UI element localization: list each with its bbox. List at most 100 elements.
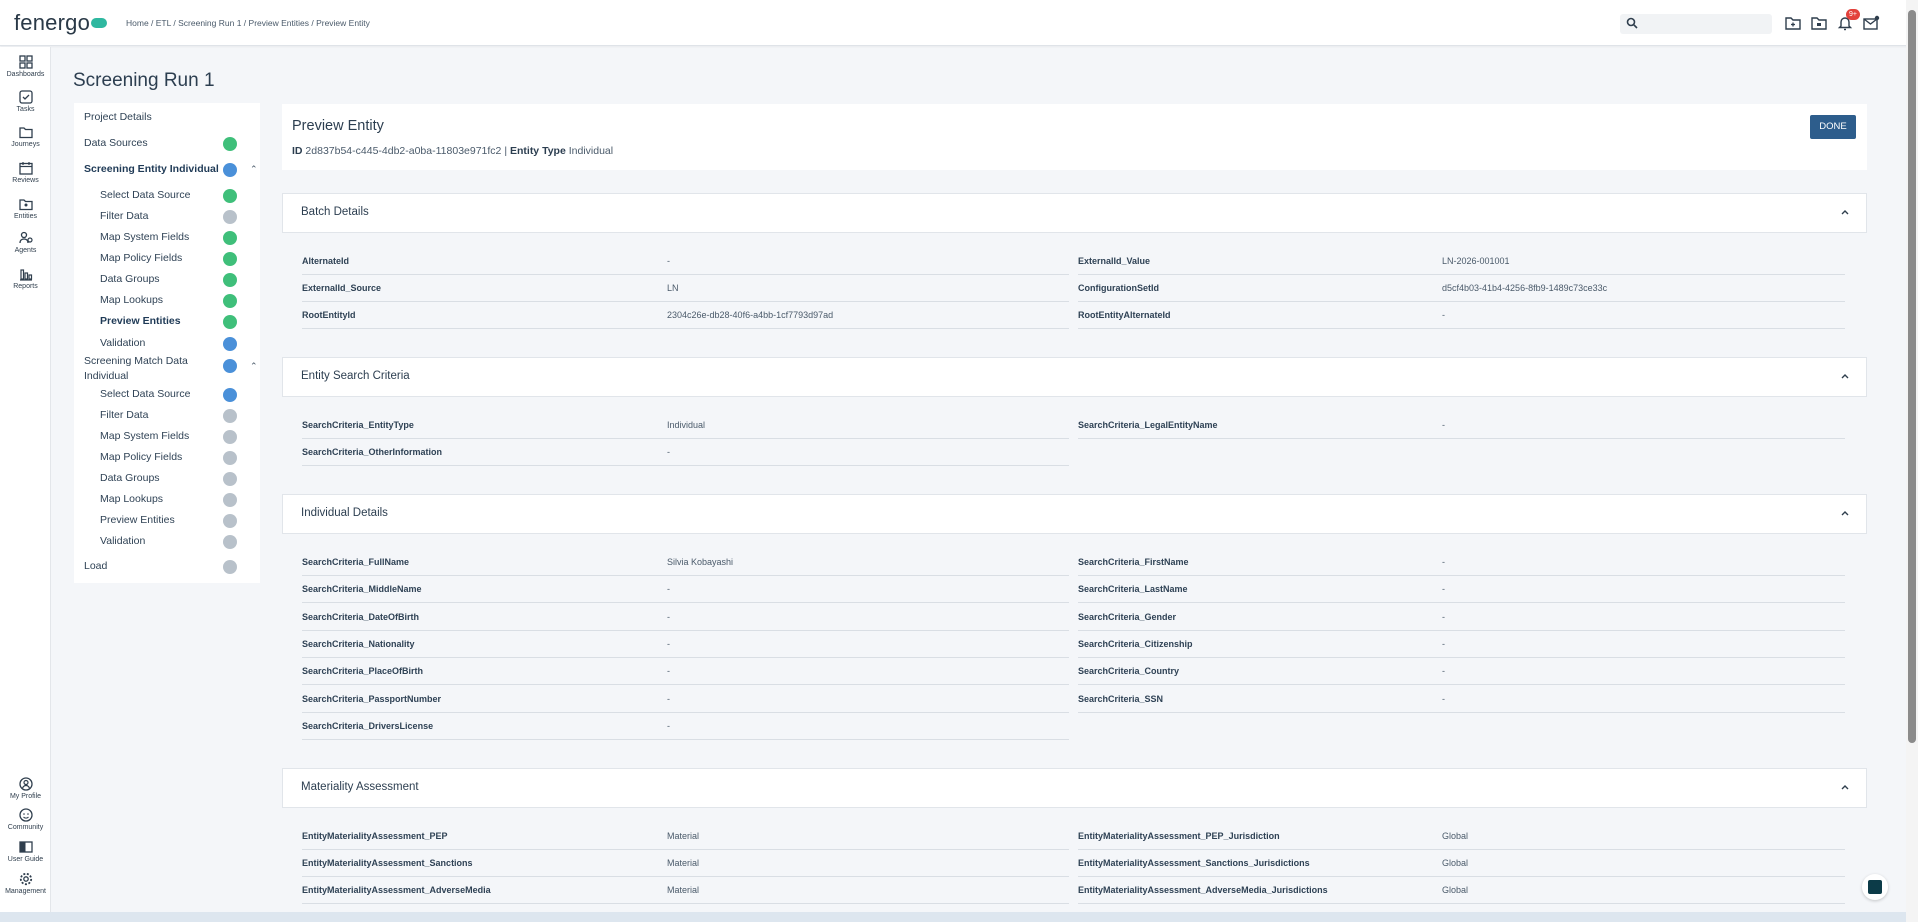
check-icon xyxy=(223,137,237,151)
field-value: - xyxy=(1442,557,1445,567)
pending-icon xyxy=(223,210,237,224)
scrollbar-thumb[interactable] xyxy=(1908,10,1916,743)
field-label: EntityMaterialityAssessment_Sanctions xyxy=(302,858,473,868)
section-title: Individual Details xyxy=(301,507,388,519)
step-map-lookups[interactable]: Map Lookups xyxy=(100,493,163,505)
chevron-up-icon[interactable] xyxy=(1840,371,1850,381)
chevron-up-icon[interactable]: ⌃ xyxy=(250,361,258,372)
field-row: ConfigurationSetId d5cf4b03-41b4-4256-8fb… xyxy=(1078,275,1845,302)
field-value: Individual xyxy=(667,420,706,430)
field-value: LN xyxy=(667,283,679,293)
step-preview-entities[interactable]: Preview Entities xyxy=(100,514,175,526)
chevron-up-icon[interactable] xyxy=(1840,207,1850,217)
nav-agents[interactable]: Agents xyxy=(0,231,51,254)
field-label: RootEntityAlternateId xyxy=(1078,310,1171,320)
field-label: EntityMaterialityAssessment_Sanctions_Ju… xyxy=(1078,858,1310,868)
field-label: SearchCriteria_FirstName xyxy=(1078,557,1189,567)
step-validation[interactable]: Validation xyxy=(100,535,145,547)
step-preview-entities[interactable]: Preview Entities xyxy=(100,315,181,327)
step-load[interactable]: Load xyxy=(84,560,107,572)
nav-community[interactable]: Community xyxy=(0,808,51,831)
step-screening-match-data[interactable]: Screening Match Data xyxy=(84,355,188,367)
step-select-data-source[interactable]: Select Data Source xyxy=(100,189,190,201)
done-button[interactable]: DONE xyxy=(1810,115,1856,139)
step-data-groups[interactable]: Data Groups xyxy=(100,273,160,285)
step-map-policy-fields[interactable]: Map Policy Fields xyxy=(100,451,182,463)
vertical-scrollbar[interactable] xyxy=(1906,0,1918,922)
step-data-sources[interactable]: Data Sources xyxy=(84,137,148,149)
nav-management[interactable]: Management xyxy=(0,872,51,895)
field-value: 2304c26e-db28-40f6-a4bb-1cf7793d97ad xyxy=(667,310,834,320)
step-screening-entity-individual[interactable]: Screening Entity Individual xyxy=(84,163,219,175)
step-screening-match-individual[interactable]: Individual xyxy=(84,370,128,382)
in-progress-icon xyxy=(223,337,237,351)
chevron-up-icon[interactable]: ⌃ xyxy=(250,164,258,175)
chevron-up-icon[interactable] xyxy=(1840,508,1850,518)
breadcrumb[interactable]: Home / ETL / Screening Run 1 / Preview E… xyxy=(126,18,370,28)
in-progress-icon xyxy=(223,359,237,373)
nav-label: Agents xyxy=(14,247,37,254)
step-select-data-source[interactable]: Select Data Source xyxy=(100,388,190,400)
nav-reports[interactable]: Reports xyxy=(0,267,51,290)
step-validation[interactable]: Validation xyxy=(100,337,145,349)
nav-dashboards[interactable]: Dashboards xyxy=(0,55,51,78)
nav-user-guide[interactable]: User Guide xyxy=(0,840,51,863)
field-label: SearchCriteria_FullName xyxy=(302,557,410,567)
section-title: Materiality Assessment xyxy=(301,781,419,793)
nav-label: Tasks xyxy=(16,106,35,113)
fenergo-logo[interactable]: fenergo xyxy=(14,10,108,36)
entity-search-criteria-header[interactable]: Entity Search Criteria xyxy=(282,357,1867,397)
field-row: SearchCriteria_DateOfBirth - xyxy=(302,604,1069,631)
nav-my-profile[interactable]: My Profile xyxy=(0,777,51,800)
step-map-system-fields[interactable]: Map System Fields xyxy=(100,430,189,442)
field-row: AlternateId - xyxy=(302,248,1069,275)
notification-badge: 9+ xyxy=(1846,9,1860,20)
entity-folder-icon xyxy=(18,199,33,211)
left-nav: Dashboards Tasks Journeys Reviews Entiti… xyxy=(0,47,51,922)
nav-reviews[interactable]: Reviews xyxy=(0,161,51,184)
inbox-icon[interactable] xyxy=(1862,15,1880,31)
community-icon xyxy=(18,808,33,822)
field-value: - xyxy=(667,666,670,676)
preview-entity-panel: Preview Entity ID 2d837b54-c445-4db2-a0b… xyxy=(282,104,1867,170)
field-value: - xyxy=(1442,310,1445,320)
section-title: Batch Details xyxy=(301,206,369,218)
field-row: SearchCriteria_SSN - xyxy=(1078,686,1845,713)
field-row: EntityMaterialityAssessment_AdverseMedia… xyxy=(302,877,1069,904)
agents-icon xyxy=(18,231,33,244)
field-row: EntityMaterialityAssessment_AdverseMedia… xyxy=(1078,877,1845,904)
top-bar: fenergo Home / ETL / Screening Run 1 / P… xyxy=(0,0,1918,46)
pending-icon xyxy=(223,535,237,549)
folder-add-icon[interactable] xyxy=(1784,15,1802,31)
in-progress-icon xyxy=(223,388,237,402)
nav-entities[interactable]: Entities xyxy=(0,197,51,220)
assistant-chat-button[interactable] xyxy=(1862,874,1888,900)
field-row: SearchCriteria_PlaceOfBirth - xyxy=(302,658,1069,685)
batch-details-header[interactable]: Batch Details xyxy=(282,193,1867,233)
materiality-assessment-header[interactable]: Materiality Assessment xyxy=(282,768,1867,808)
step-filter-data[interactable]: Filter Data xyxy=(100,409,148,421)
folder-icon xyxy=(18,127,33,139)
individual-details-header[interactable]: Individual Details xyxy=(282,494,1867,534)
search-input[interactable] xyxy=(1620,14,1772,34)
field-value: - xyxy=(667,584,670,594)
step-data-groups[interactable]: Data Groups xyxy=(100,472,160,484)
step-project-details[interactable]: Project Details xyxy=(84,111,152,123)
chevron-up-icon[interactable] xyxy=(1840,782,1850,792)
check-icon xyxy=(223,315,237,329)
step-filter-data[interactable]: Filter Data xyxy=(100,210,148,222)
nav-tasks[interactable]: Tasks xyxy=(0,90,51,113)
folder-move-icon[interactable] xyxy=(1810,15,1828,31)
check-icon xyxy=(223,231,237,245)
step-map-policy-fields[interactable]: Map Policy Fields xyxy=(100,252,182,264)
field-value: - xyxy=(667,447,670,457)
step-map-lookups[interactable]: Map Lookups xyxy=(100,294,163,306)
field-value: Global xyxy=(1442,858,1469,868)
check-icon xyxy=(223,252,237,266)
nav-journeys[interactable]: Journeys xyxy=(0,125,51,148)
step-map-system-fields[interactable]: Map System Fields xyxy=(100,231,189,243)
dashboard-icon xyxy=(18,55,33,69)
field-row: EntityMaterialityAssessment_PEP Material xyxy=(302,823,1069,850)
nav-label: Entities xyxy=(14,213,37,220)
nav-label: Journeys xyxy=(11,141,40,148)
